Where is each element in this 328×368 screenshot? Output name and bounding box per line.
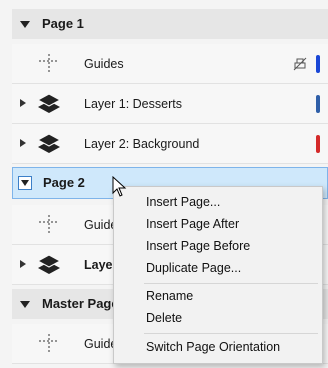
layer-1-row[interactable]: Layer 1: Desserts	[12, 84, 328, 124]
layers-icon	[36, 132, 62, 156]
expand-triangle-icon[interactable]	[20, 99, 26, 107]
guides-label: Guides	[84, 57, 124, 71]
expand-triangle-icon[interactable]	[20, 260, 26, 268]
guides-icon	[36, 332, 62, 356]
page-context-menu: Insert Page... Insert Page After Insert …	[113, 186, 323, 364]
guides-icon	[36, 52, 62, 76]
menu-separator	[144, 333, 318, 334]
menu-insert-page[interactable]: Insert Page...	[146, 191, 220, 213]
layer-2-color-indicator	[316, 135, 320, 153]
layer-1-label: Layer 1: Desserts	[84, 97, 182, 111]
page-1-row[interactable]: Page 1	[12, 9, 328, 39]
menu-rename[interactable]: Rename	[146, 285, 193, 307]
guides-color-indicator	[316, 55, 320, 73]
menu-switch-page-orientation[interactable]: Switch Page Orientation	[146, 336, 280, 358]
layer-2-row[interactable]: Layer 2: Background	[12, 124, 328, 164]
menu-delete[interactable]: Delete	[146, 307, 182, 329]
collapse-triangle-icon[interactable]	[20, 21, 30, 28]
menu-insert-page-after[interactable]: Insert Page After	[146, 213, 239, 235]
collapse-triangle-icon[interactable]	[20, 301, 30, 308]
layers-icon	[36, 92, 62, 116]
layers-icon	[36, 253, 62, 277]
print-disabled-icon[interactable]	[292, 56, 308, 72]
menu-separator	[144, 283, 318, 284]
collapse-triangle-icon[interactable]	[18, 176, 32, 190]
layer-2-label: Layer 2: Background	[84, 137, 200, 151]
mouse-pointer-icon	[112, 176, 127, 197]
guides-icon	[36, 213, 62, 237]
layer-1-color-indicator	[316, 95, 320, 113]
menu-duplicate-page[interactable]: Duplicate Page...	[146, 257, 241, 279]
menu-insert-page-before[interactable]: Insert Page Before	[146, 235, 250, 257]
master-page-label: Master Page	[42, 296, 119, 311]
expand-triangle-icon[interactable]	[20, 139, 26, 147]
page-1-label: Page 1	[42, 16, 84, 31]
guides-row-page-1[interactable]: Guides	[12, 44, 328, 84]
page-2-label: Page 2	[43, 175, 85, 190]
